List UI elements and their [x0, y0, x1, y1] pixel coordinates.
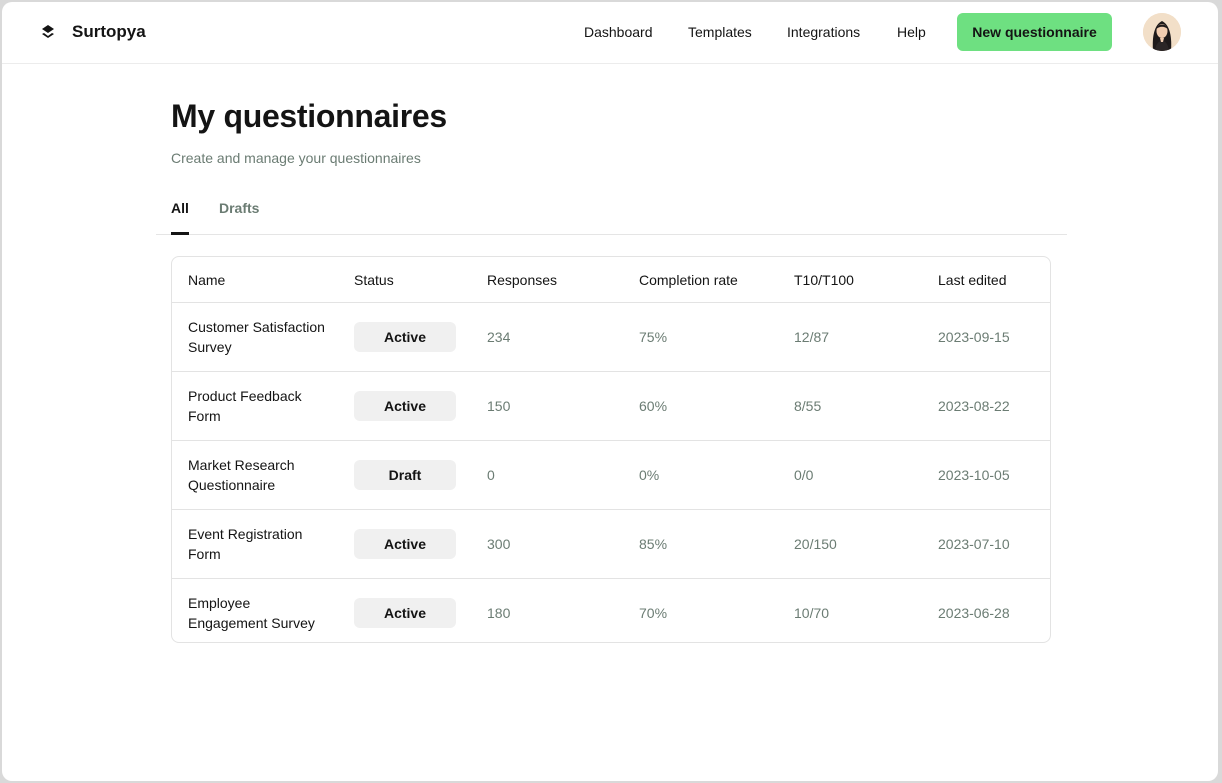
table-row[interactable]: Employee Engagement Survey Active 180 70… [172, 579, 1050, 642]
column-header-status: Status [354, 271, 394, 288]
status-cell: Active [354, 372, 456, 440]
t10-t100-value: 10/70 [794, 605, 830, 621]
table-row[interactable]: Market Research Questionnaire Draft 0 0%… [172, 441, 1050, 510]
last-edited-value: 2023-06-28 [938, 605, 1010, 621]
status-badge: Draft [354, 460, 456, 490]
t10-t100-value: 8/55 [794, 398, 822, 414]
status-badge: Active [354, 391, 456, 421]
last-edited-value: 2023-09-15 [938, 329, 1010, 345]
status-cell: Active [354, 303, 456, 371]
table-row[interactable]: Customer Satisfaction Survey Active 234 … [172, 303, 1050, 372]
completion-rate-value: 60% [639, 398, 668, 414]
column-header-responses: Responses [487, 271, 558, 288]
table-header: Name Status Responses Completion rate T1… [172, 257, 1050, 303]
responses-value: 0 [487, 467, 495, 483]
column-header-last-edited: Last edited [938, 271, 1007, 288]
completion-rate-value: 0% [639, 467, 660, 483]
last-edited-value: 2023-10-05 [938, 467, 1010, 483]
completion-rate-value: 75% [639, 329, 668, 345]
responses-value: 150 [487, 398, 511, 414]
completion-rate-value: 85% [639, 536, 668, 552]
last-edited-value: 2023-07-10 [938, 536, 1010, 552]
nav-help[interactable]: Help [897, 24, 926, 40]
t10-t100-value: 20/150 [794, 536, 837, 552]
nav-dashboard[interactable]: Dashboard [584, 24, 653, 40]
column-header-completion-rate: Completion rate [639, 271, 738, 288]
responses-value: 180 [487, 605, 511, 621]
questionnaire-name[interactable]: Employee Engagement Survey [188, 579, 328, 642]
user-avatar[interactable] [1143, 13, 1181, 51]
new-questionnaire-button[interactable]: New questionnaire [957, 13, 1112, 51]
page-title: My questionnaires [171, 98, 447, 134]
completion-rate-value: 70% [639, 605, 668, 621]
nav-templates[interactable]: Templates [688, 24, 752, 40]
responses-value: 300 [487, 536, 511, 552]
questionnaire-name[interactable]: Customer Satisfaction Survey [188, 303, 328, 371]
avatar-icon [1143, 13, 1181, 51]
t10-t100-value: 12/87 [794, 329, 830, 345]
column-header-t10-t100: T10/T100 [794, 271, 854, 288]
last-edited-value: 2023-08-22 [938, 398, 1010, 414]
responses-value: 234 [487, 329, 511, 345]
status-badge: Active [354, 322, 456, 352]
tab-bar: All Drafts [156, 198, 1067, 235]
column-header-name: Name [188, 271, 226, 288]
questionnaire-name[interactable]: Event Registration Form [188, 510, 328, 578]
questionnaires-table: Name Status Responses Completion rate T1… [171, 256, 1051, 643]
questionnaire-name[interactable]: Product Feedback Form [188, 372, 328, 440]
page-subtitle: Create and manage your questionnaires [171, 150, 421, 166]
status-badge: Active [354, 529, 456, 559]
t10-t100-value: 0/0 [794, 467, 814, 483]
table-row[interactable]: Product Feedback Form Active 150 60% 8/5… [172, 372, 1050, 441]
status-badge: Active [354, 598, 456, 628]
status-cell: Active [354, 510, 456, 578]
tab-all[interactable]: All [171, 200, 189, 235]
questionnaire-name[interactable]: Market Research Questionnaire [188, 441, 328, 509]
status-cell: Active [354, 579, 456, 642]
nav-integrations[interactable]: Integrations [787, 24, 860, 40]
top-header: Surtopya Dashboard Templates Integration… [2, 2, 1218, 64]
tab-drafts[interactable]: Drafts [219, 200, 259, 216]
status-cell: Draft [354, 441, 456, 509]
table-row[interactable]: Event Registration Form Active 300 85% 2… [172, 510, 1050, 579]
app-window: Surtopya Dashboard Templates Integration… [2, 2, 1218, 781]
